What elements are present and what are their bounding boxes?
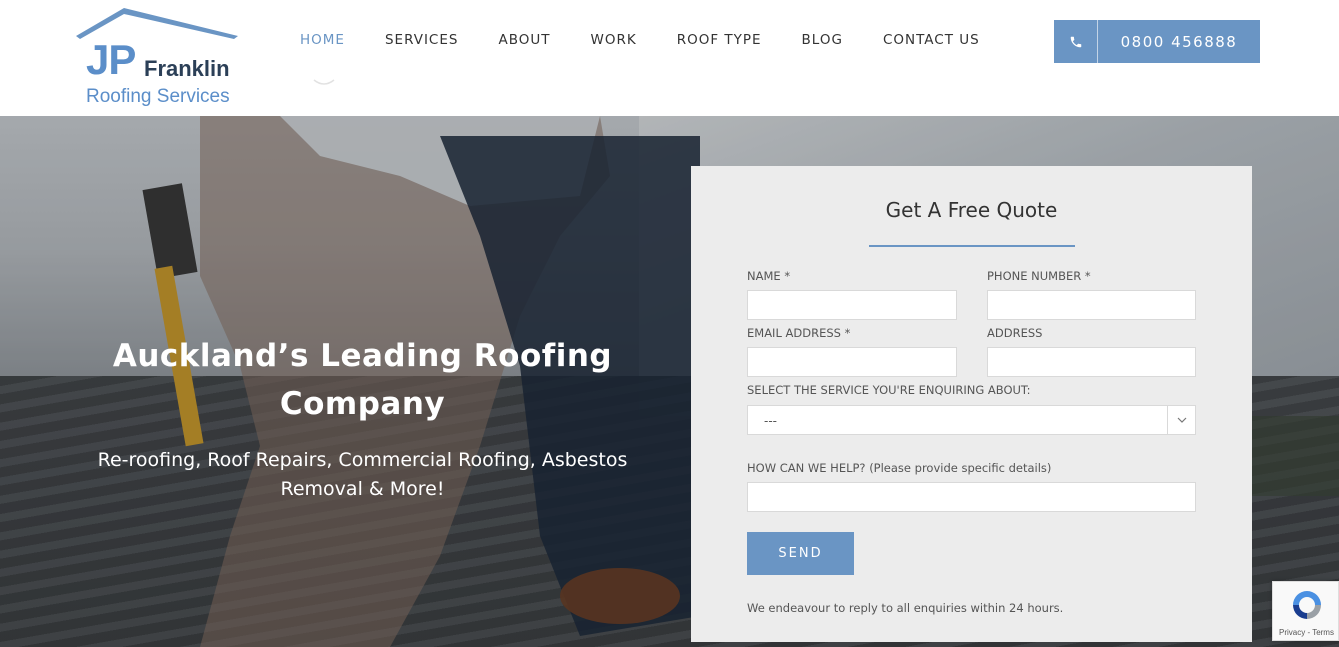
nav-home[interactable]: HOME [300,32,345,48]
hero-title: Auckland’s Leading Roofing Company [112,338,613,422]
address-field[interactable] [987,347,1196,377]
phone-field[interactable] [987,290,1196,320]
nav-services[interactable]: SERVICES [385,32,458,48]
help-label: HOW CAN WE HELP? (Please provide specifi… [747,461,1052,475]
logo-name: Franklin [144,56,230,81]
name-label: NAME * [747,269,791,283]
service-select[interactable]: --- [747,405,1196,435]
service-selected-value: --- [764,414,777,428]
send-button[interactable]: SEND [747,532,854,575]
logo-initials: JP [86,36,136,83]
quote-form-title: Get A Free Quote [885,198,1058,222]
site-header: JP Franklin Roofing Services HOME SERVIC… [0,0,1339,116]
site-logo[interactable]: JP Franklin Roofing Services [74,6,244,110]
nav-roof-type[interactable]: ROOF TYPE [677,32,762,48]
nav-contact-us[interactable]: CONTACT US [883,32,980,48]
phone-icon [1054,20,1098,63]
help-field[interactable] [747,482,1196,512]
quote-form: Get A Free Quote NAME * PHONE NUMBER * E… [691,166,1252,642]
reply-note: We endeavour to reply to all enquiries w… [747,601,1064,615]
recaptcha-icon [1293,591,1321,619]
name-field[interactable] [747,290,957,320]
title-divider [869,245,1075,247]
chevron-down-icon [1167,406,1195,434]
email-field[interactable] [747,347,957,377]
phone-button[interactable]: 0800 456888 [1054,20,1260,63]
nav-blog[interactable]: BLOG [802,32,843,48]
phone-number: 0800 456888 [1120,32,1238,51]
service-label: SELECT THE SERVICE YOU'RE ENQUIRING ABOU… [747,383,1031,397]
email-label: EMAIL ADDRESS * [747,326,851,340]
nav-about[interactable]: ABOUT [498,32,550,48]
main-nav: HOME SERVICES ABOUT WORK ROOF TYPE BLOG … [300,32,1020,48]
address-label: ADDRESS [987,326,1043,340]
recaptcha-links[interactable]: Privacy - Terms [1279,628,1334,637]
logo-tagline: Roofing Services [86,86,230,107]
phone-label: PHONE NUMBER * [987,269,1091,283]
hero-subtitle: Re-roofing, Roof Repairs, Commercial Roo… [97,449,628,500]
recaptcha-badge[interactable]: Privacy - Terms [1272,581,1339,641]
active-nav-indicator [313,79,335,85]
nav-work[interactable]: WORK [590,32,636,48]
